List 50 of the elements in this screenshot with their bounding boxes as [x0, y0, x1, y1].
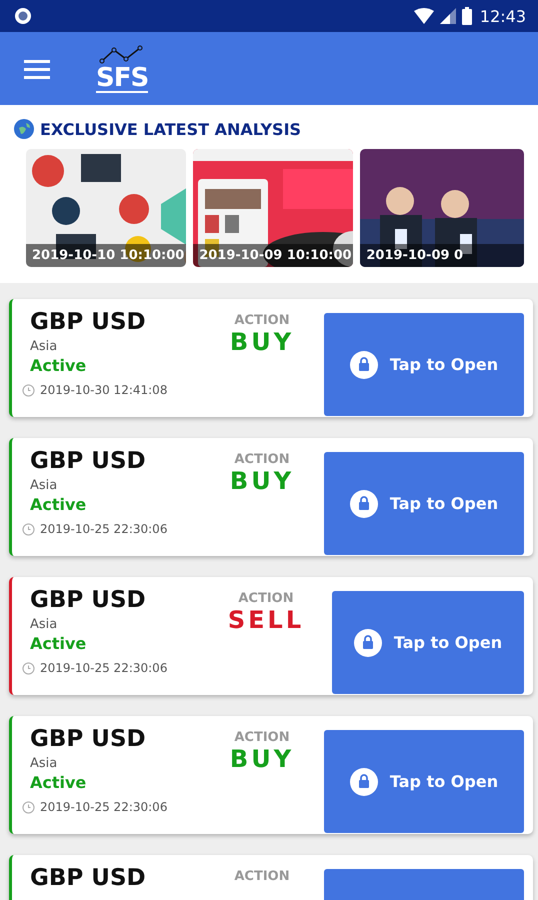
notification-icon — [14, 7, 32, 25]
tap-to-open-button[interactable]: Tap to Open — [324, 730, 524, 833]
action-label: ACTION — [234, 313, 290, 328]
status-label: Active — [30, 495, 88, 514]
region-label: Asia — [30, 478, 58, 493]
action-label: ACTION — [234, 730, 290, 745]
globe-icon — [14, 119, 34, 139]
signal-time: 2019-10-25 22:30:06 — [40, 800, 168, 814]
timestamp: 2019-10-09 0 — [360, 244, 524, 267]
action-label: ACTION — [234, 452, 290, 467]
signal-time: 2019-10-25 22:30:06 — [40, 661, 168, 675]
action-value: SELL — [228, 606, 304, 634]
lock-icon — [354, 628, 382, 656]
section-title: EXCLUSIVE LATEST ANALYSIS — [40, 120, 302, 138]
signal-time: 2019-10-25 22:30:06 — [40, 522, 168, 536]
clock-icon — [22, 662, 35, 674]
status-label: Active — [30, 773, 88, 792]
action-value: BUY — [230, 328, 294, 356]
signal-icon — [440, 8, 456, 24]
lock-icon — [350, 490, 378, 518]
signal-time: 2019-10-30 12:41:08 — [40, 383, 168, 397]
status-label: Active — [30, 356, 88, 375]
wifi-icon — [414, 8, 434, 24]
lock-icon — [350, 768, 378, 796]
line-chart-icon — [99, 44, 146, 64]
region-label: Asia — [30, 617, 58, 632]
action-label: ACTION — [234, 869, 290, 884]
currency-pair: GBP USD — [30, 864, 147, 893]
battery-icon — [462, 7, 472, 25]
currency-pair: GBP USD — [30, 725, 147, 754]
logo-text: SFS — [96, 64, 148, 92]
currency-pair: GBP USD — [30, 308, 147, 337]
tap-to-open-button[interactable]: Tap to Open — [332, 591, 524, 694]
clock-icon — [22, 800, 35, 814]
tap-to-open-button[interactable]: Tap to Open — [324, 313, 524, 416]
action-value: BUY — [230, 745, 294, 773]
clock-icon — [22, 384, 35, 396]
analysis-card[interactable]: 2019-10-09 0 — [360, 149, 524, 267]
lock-icon — [350, 350, 378, 378]
currency-pair: GBP USD — [30, 586, 147, 615]
clock-icon — [22, 522, 35, 536]
status-label: Active — [30, 634, 88, 653]
action-label: ACTION — [238, 591, 294, 606]
action-value: BUY — [230, 467, 294, 495]
tap-to-open-button[interactable]: Tap to Open — [324, 452, 524, 555]
region-label: Asia — [30, 339, 58, 354]
menu-button[interactable] — [24, 58, 50, 78]
region-label: Asia — [30, 756, 58, 771]
currency-pair: GBP USD — [30, 447, 147, 476]
clock-time: 12:43 — [480, 6, 526, 26]
